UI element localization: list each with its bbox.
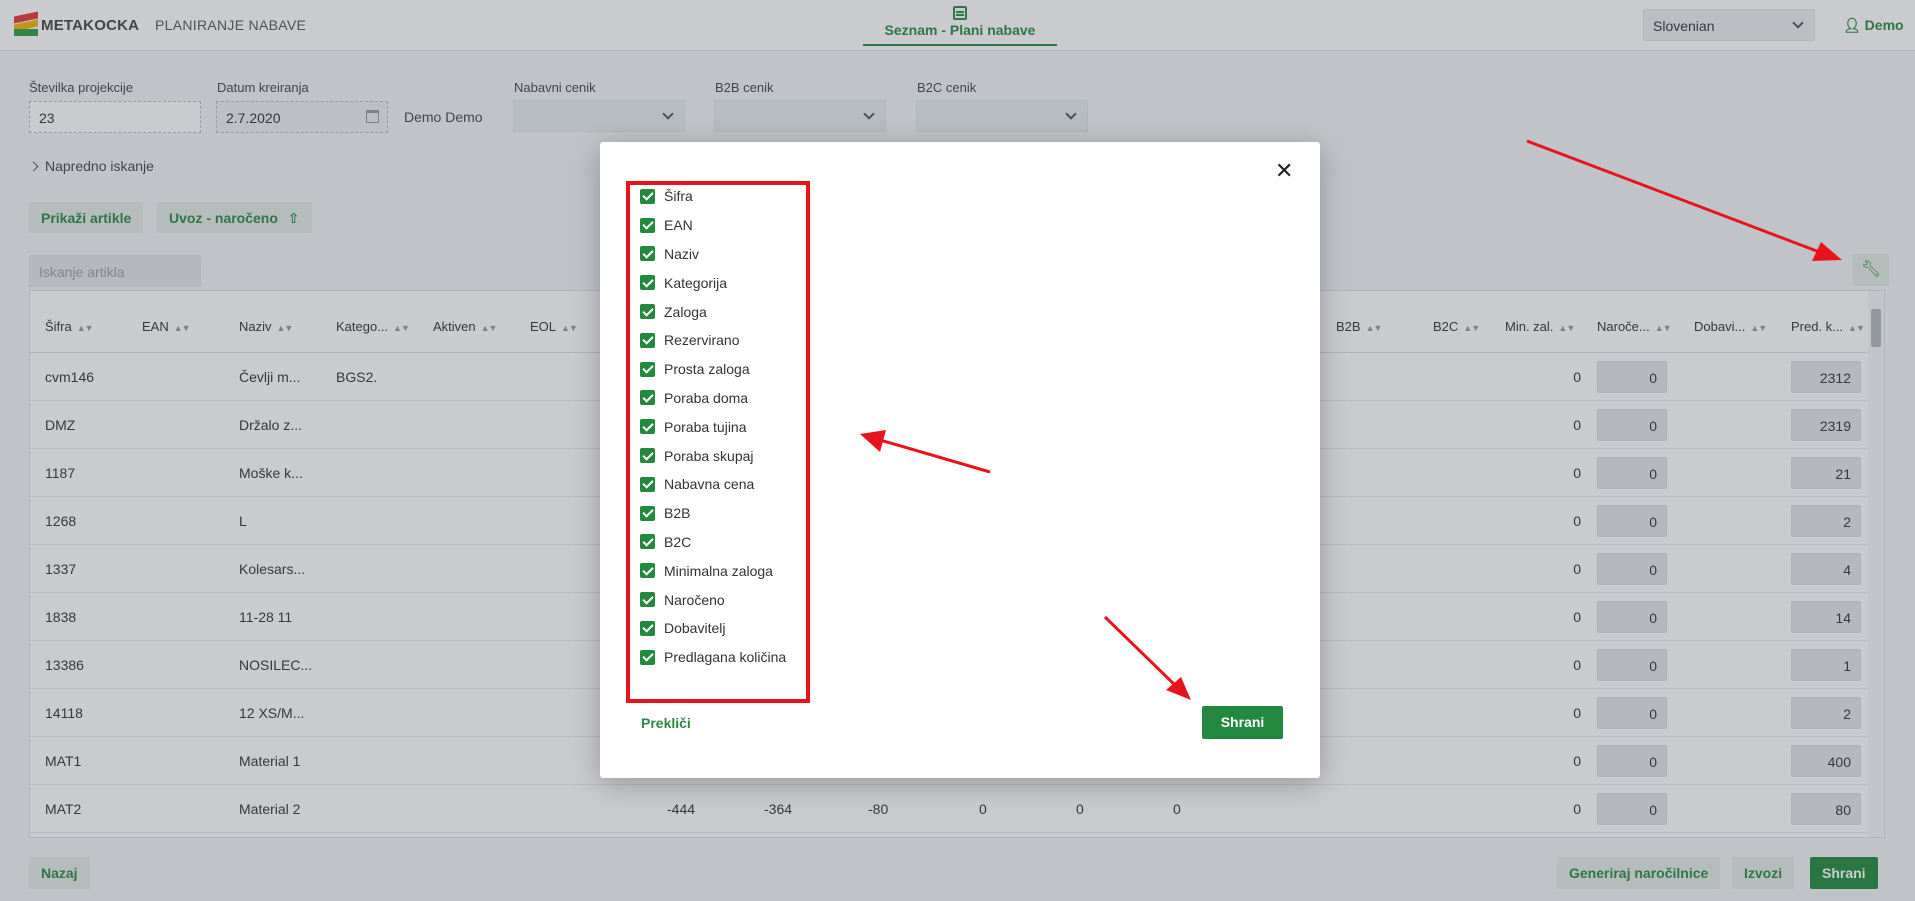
modal-save-label: Shrani (1220, 714, 1265, 730)
column-settings-dialog: ✕ Šifra EAN Naziv Kategorija Zaloga Reze… (600, 142, 1320, 778)
modal-save-button[interactable]: Shrani (1202, 706, 1283, 739)
close-icon[interactable]: ✕ (1275, 158, 1293, 184)
annotation-highlight-frame (626, 181, 810, 703)
cancel-button[interactable]: Prekliči (641, 715, 691, 731)
